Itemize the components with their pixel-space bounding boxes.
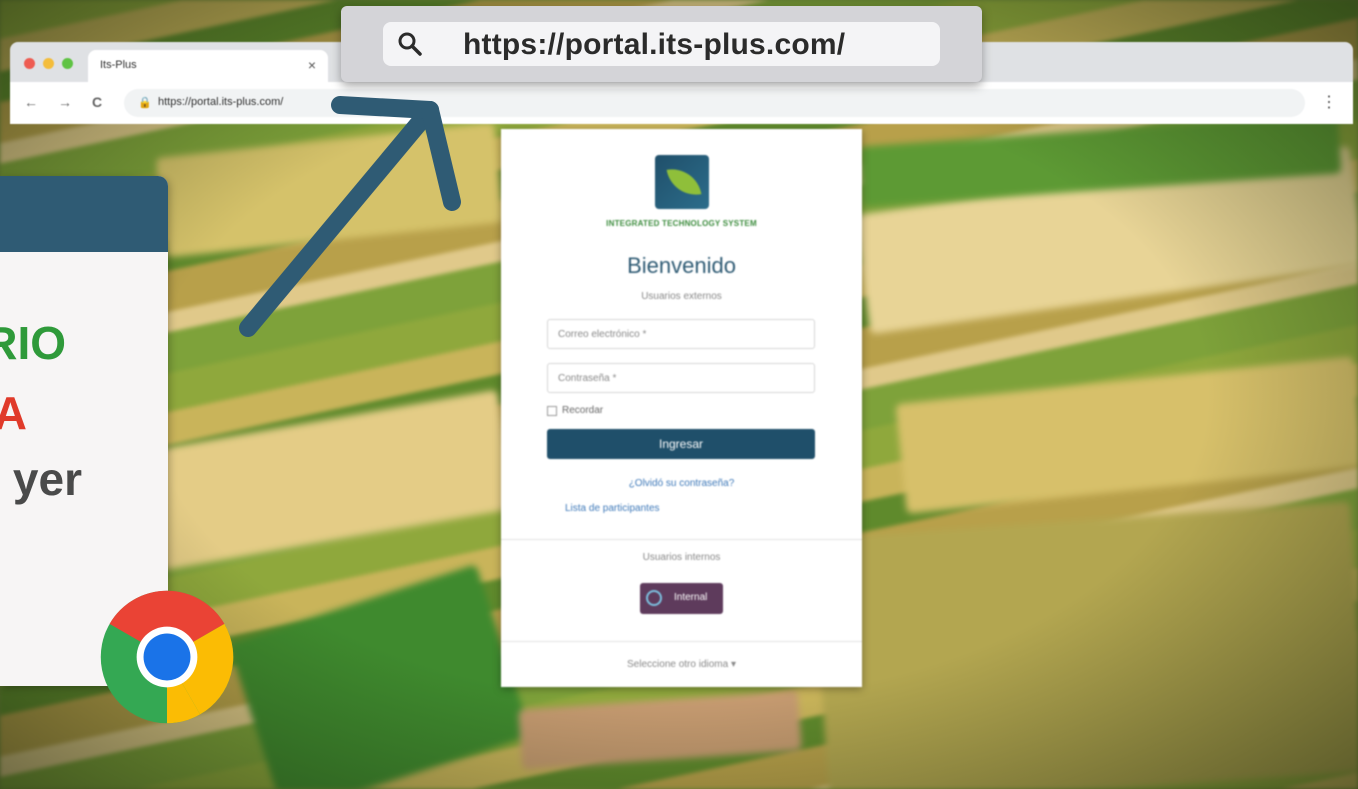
minimize-window-button[interactable] xyxy=(43,58,54,69)
welcome-title: Bienvenido xyxy=(627,253,736,278)
browser-menu-icon[interactable]: ⋮ xyxy=(1321,92,1337,112)
lock-icon: 🔒 xyxy=(138,97,152,109)
language-selector[interactable]: Seleccione otro idioma ▾ xyxy=(501,659,862,670)
url-callout: https://portal.its-plus.com/ xyxy=(341,6,982,82)
leaf-icon xyxy=(666,164,702,200)
side-text-line-2: A xyxy=(0,387,27,439)
close-window-button[interactable] xyxy=(24,58,35,69)
search-icon xyxy=(398,32,422,56)
internal-login-button[interactable]: Internal xyxy=(640,583,723,614)
side-text-line-1: RIO xyxy=(0,317,66,369)
login-card: INTEGRATED TECHNOLOGY SYSTEM Bienvenido … xyxy=(501,129,862,687)
its-logo xyxy=(655,155,709,209)
participants-list-link[interactable]: Lista de participantes xyxy=(565,503,660,514)
browser-tab[interactable]: Its-Plus × xyxy=(88,50,328,84)
forward-arrow-icon[interactable]: → xyxy=(58,94,72,110)
brand-name: INTEGRATED TECHNOLOGY SYSTEM xyxy=(606,219,757,228)
back-arrow-icon[interactable]: ← xyxy=(24,94,38,110)
bayer-cross-icon xyxy=(646,590,662,606)
forgot-password-link[interactable]: ¿Olvidó su contraseña? xyxy=(501,478,862,489)
navigation-bar: ← → C 🔒 https://portal.its-plus.com/ ⋮ xyxy=(10,82,1353,124)
window-controls xyxy=(24,58,73,69)
email-field[interactable] xyxy=(547,319,815,349)
remember-label: Recordar xyxy=(562,405,604,416)
password-field[interactable] xyxy=(547,363,815,393)
side-text-line-3: yer xyxy=(12,453,82,505)
reload-icon[interactable]: C xyxy=(92,94,102,110)
side-card-header xyxy=(0,176,168,252)
login-button[interactable]: Ingresar xyxy=(547,429,815,459)
external-users-label: Usuarios externos xyxy=(641,291,722,302)
callout-url-field: https://portal.its-plus.com/ xyxy=(383,22,940,66)
pointer-arrow-icon xyxy=(239,96,461,337)
internal-button-label: Internal xyxy=(674,592,708,603)
tab-title: Its-Plus xyxy=(100,59,137,71)
divider xyxy=(501,641,862,642)
checkbox-icon[interactable] xyxy=(547,405,557,416)
remember-checkbox[interactable]: Recordar xyxy=(547,405,603,416)
chrome-logo-icon xyxy=(100,590,234,724)
callout-url-text: https://portal.its-plus.com/ xyxy=(463,28,846,61)
tab-close-icon[interactable]: × xyxy=(308,57,316,73)
internal-users-label: Usuarios internos xyxy=(642,552,721,563)
divider xyxy=(501,539,862,540)
maximize-window-button[interactable] xyxy=(62,58,73,69)
